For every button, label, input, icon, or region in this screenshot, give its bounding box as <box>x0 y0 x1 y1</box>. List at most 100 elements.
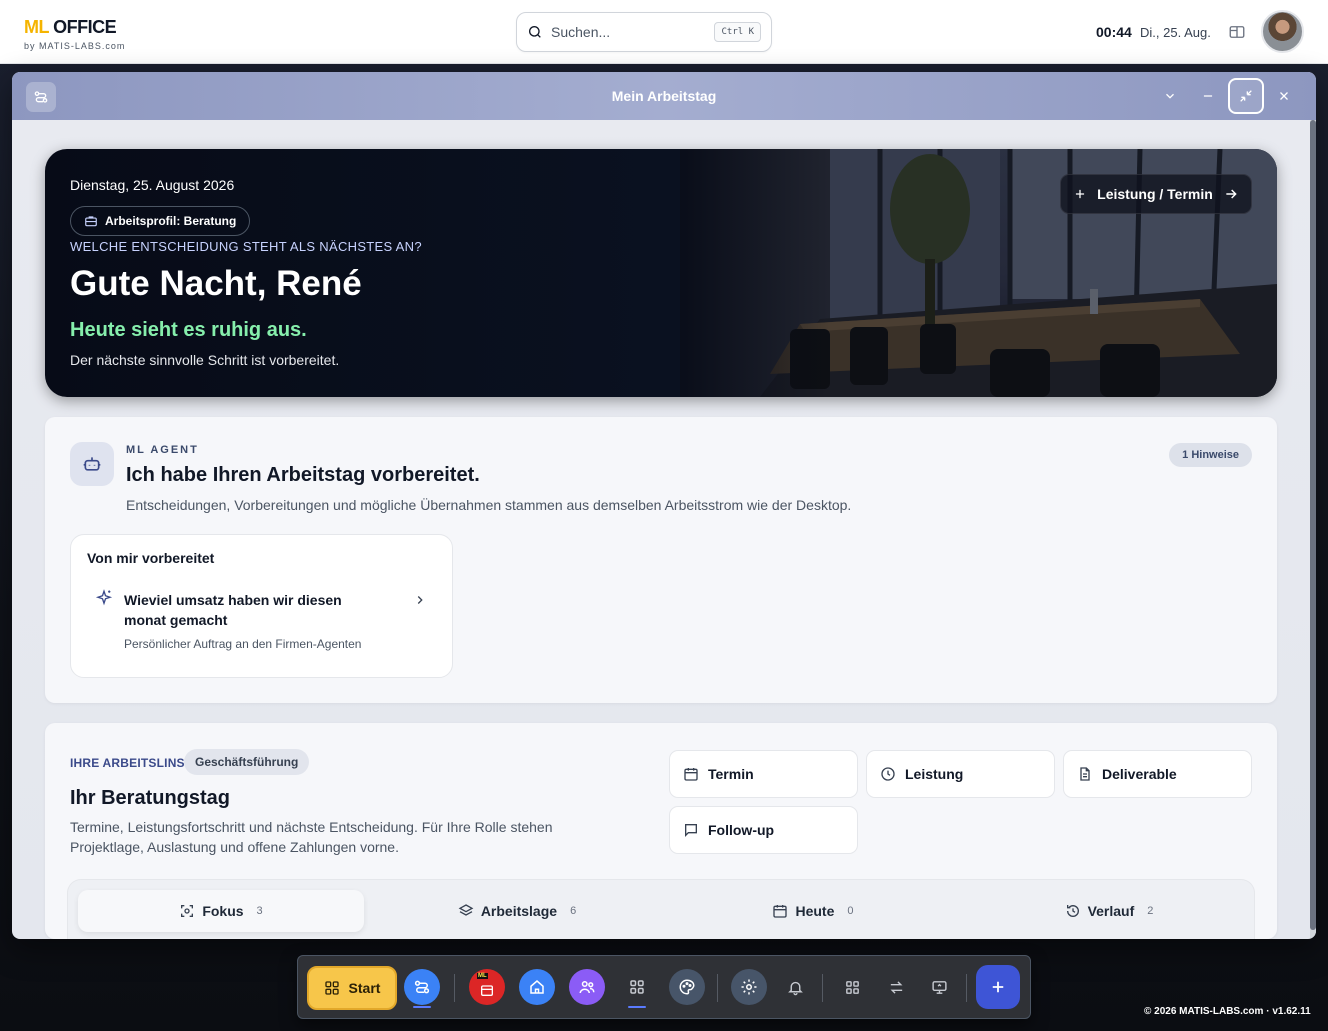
history-icon <box>1065 903 1081 919</box>
search-placeholder: Suchen... <box>551 24 611 40</box>
app-logo[interactable]: ML OFFICE by MATIS-LABS.com <box>24 17 125 51</box>
hero-date: Dienstag, 25. August 2026 <box>70 177 235 193</box>
settings-app-icon[interactable] <box>731 969 767 1005</box>
tab-count: 3 <box>256 905 263 917</box>
swap-icon[interactable] <box>878 969 914 1005</box>
workflow-app-icon[interactable] <box>404 969 440 1005</box>
scrollbar[interactable] <box>1310 120 1316 939</box>
chevron-right-icon[interactable] <box>413 593 427 607</box>
logo-wordmark: ML OFFICE <box>24 17 117 37</box>
button-label: Leistung / Termin <box>1097 186 1213 202</box>
arrow-right-icon <box>1223 186 1239 202</box>
leistung-label: Leistung <box>905 766 964 782</box>
tab-heute[interactable]: Heute 0 <box>670 890 956 932</box>
lens-heading: Ihr Beratungstag <box>70 787 231 809</box>
tab-label: Fokus <box>202 903 244 919</box>
profile-chip[interactable]: Arbeitsprofil: Beratung <box>70 206 251 236</box>
hero-banner: Dienstag, 25. August 2026 Arbeitsprofil:… <box>45 149 1277 397</box>
bell-icon[interactable] <box>777 969 813 1005</box>
agent-card: ML AGENT Ich habe Ihren Arbeitstag vorbe… <box>45 417 1277 703</box>
follow-up-label: Follow-up <box>708 822 775 838</box>
deliverable-button[interactable]: Deliverable <box>1063 750 1252 798</box>
hints-badge[interactable]: 1 Hinweise <box>1169 443 1252 467</box>
dock-separator <box>454 974 455 1002</box>
robot-icon <box>70 442 114 486</box>
prepared-panel: Von mir vorbereitet Wieviel umsatz haben… <box>70 534 453 678</box>
home-app-icon[interactable] <box>519 969 555 1005</box>
search-shortcut: Ctrl K <box>714 22 761 42</box>
calendar-icon <box>683 766 699 782</box>
clock-icon <box>880 766 896 782</box>
plus-icon <box>1073 187 1087 201</box>
widgets-icon[interactable] <box>834 969 870 1005</box>
lens-description: Termine, Leistungsfortschritt und nächst… <box>70 819 553 855</box>
grid-icon <box>324 980 340 996</box>
tab-fokus[interactable]: Fokus 3 <box>78 890 364 932</box>
dock-separator <box>966 974 967 1002</box>
monitor-icon[interactable] <box>921 969 957 1005</box>
deliverable-label: Deliverable <box>1102 766 1177 782</box>
footer-copyright: © 2026 MATIS-LABS.com · v1.62.11 <box>1144 1006 1311 1017</box>
termin-label: Termin <box>708 766 754 782</box>
top-bar: ML OFFICE by MATIS-LABS.com Suchen... Ct… <box>0 0 1328 64</box>
calendar-app-icon[interactable]: ML <box>469 969 505 1005</box>
prepared-item-title[interactable]: Wieviel umsatz haben wir diesen monat ge… <box>124 590 384 630</box>
start-label: Start <box>348 980 381 996</box>
window-mein-arbeitstag: Mein Arbeitstag Dienstag, 25. August 202… <box>12 72 1316 939</box>
restore-icon[interactable] <box>1228 78 1264 114</box>
hero-greeting: Gute Nacht, René <box>70 264 362 303</box>
plus-icon <box>989 978 1007 996</box>
dock-separator <box>717 974 718 1002</box>
termin-button[interactable]: Termin <box>669 750 858 798</box>
users-app-icon[interactable] <box>569 969 605 1005</box>
palette-app-icon[interactable] <box>669 969 705 1005</box>
document-icon <box>1077 766 1093 782</box>
taskbar-dock: Start ML <box>297 955 1031 1019</box>
prepared-title: Von mir vorbereitet <box>87 550 215 566</box>
tab-count: 0 <box>847 905 854 917</box>
tab-label: Heute <box>795 903 835 919</box>
close-icon[interactable] <box>1266 78 1302 114</box>
role-chip[interactable]: Geschäftsführung <box>184 749 310 775</box>
user-avatar[interactable] <box>1261 10 1304 53</box>
lens-tabs: Fokus 3 Arbeitslage 6 Heute 0 Verlauf 2 <box>67 879 1255 939</box>
follow-up-button[interactable]: Follow-up <box>669 806 858 854</box>
search-input[interactable]: Suchen... Ctrl K <box>516 12 772 52</box>
message-icon <box>683 822 699 838</box>
clock-time: 00:44 <box>1096 24 1132 40</box>
add-button[interactable] <box>976 965 1020 1009</box>
profile-chip-label: Arbeitsprofil: Beratung <box>105 214 237 228</box>
logo-subtitle: by MATIS-LABS.com <box>24 41 126 51</box>
calendar-icon <box>772 903 788 919</box>
tab-label: Verlauf <box>1087 903 1135 919</box>
briefcase-icon <box>84 214 98 228</box>
tab-count: 2 <box>1147 905 1154 917</box>
leistung-button[interactable]: Leistung <box>866 750 1055 798</box>
hero-subtitle: Der nächste sinnvolle Schritt ist vorber… <box>70 352 340 368</box>
agent-heading: Ich habe Ihren Arbeitstag vorbereitet. <box>126 464 480 486</box>
active-indicator <box>628 1006 646 1008</box>
tab-verlauf[interactable]: Verlauf 2 <box>966 890 1252 932</box>
window-title: Mein Arbeitstag <box>611 88 717 104</box>
lens-card: IHRE ARBEITSLINSE Geschäftsführung Ihr B… <box>45 723 1277 939</box>
wallet-icon[interactable] <box>1228 23 1246 41</box>
layers-icon <box>458 903 474 919</box>
add-leistung-termin-button[interactable]: Leistung / Termin <box>1060 174 1252 214</box>
apps-grid-icon[interactable] <box>619 969 655 1005</box>
search-icon <box>527 24 543 40</box>
clock-date: Di., 25. Aug. <box>1140 25 1211 40</box>
workflow-icon[interactable] <box>26 82 56 112</box>
agent-description: Entscheidungen, Vorbereitungen und mögli… <box>126 497 852 513</box>
lens-kicker: IHRE ARBEITSLINSE <box>70 756 193 770</box>
hero-status: Heute sieht es ruhig aus. <box>70 319 307 341</box>
minimize-icon[interactable] <box>1190 78 1226 114</box>
start-button[interactable]: Start <box>307 966 397 1010</box>
active-indicator <box>413 1006 431 1008</box>
dock-separator <box>822 974 823 1002</box>
scrollbar-thumb[interactable] <box>1310 120 1316 930</box>
agent-kicker: ML AGENT <box>126 444 199 456</box>
tab-label: Arbeitslage <box>480 903 558 919</box>
tab-arbeitslage[interactable]: Arbeitslage 6 <box>374 890 660 932</box>
chevron-down-icon[interactable] <box>1152 78 1188 114</box>
window-titlebar[interactable]: Mein Arbeitstag <box>12 72 1316 120</box>
